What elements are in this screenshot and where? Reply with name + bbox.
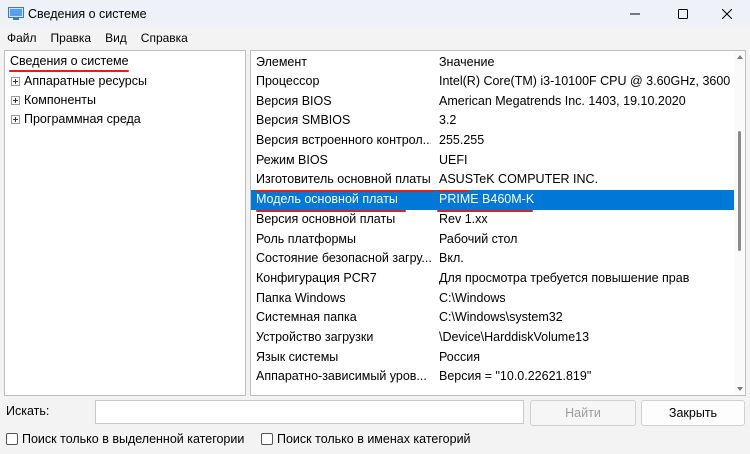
maximize-button[interactable] [660, 0, 706, 28]
column-header-element[interactable]: Элемент [256, 55, 307, 69]
search-selected-category-checkbox[interactable] [6, 433, 18, 445]
cell-element: Версия BIOS [256, 93, 332, 108]
cell-element: Роль платформы [256, 231, 356, 246]
cell-value: Рабочий стол [439, 231, 518, 246]
cell-element: Состояние безопасной загру... [256, 251, 431, 266]
find-button[interactable]: Найти [530, 400, 636, 426]
tree-item-system-summary[interactable]: Сведения о системе [10, 54, 129, 68]
annotation-underline [437, 210, 533, 212]
cell-value: UEFI [439, 152, 468, 167]
menu-view[interactable]: Вид [98, 29, 134, 47]
scroll-up-icon[interactable] [737, 55, 743, 59]
close-window-button[interactable] [704, 0, 750, 28]
cell-value: Россия [439, 349, 480, 364]
search-category-names-option[interactable]: Поиск только в именах категорий [261, 432, 471, 446]
table-row[interactable]: Режим BIOS UEFI [251, 151, 735, 171]
expand-icon[interactable] [11, 95, 20, 105]
tree-item-label: Программная среда [24, 112, 141, 126]
search-input[interactable] [95, 400, 524, 424]
close-icon [722, 9, 732, 19]
cell-value: American Megatrends Inc. 1403, 19.10.202… [439, 93, 686, 108]
expand-icon[interactable] [11, 114, 20, 124]
search-category-names-checkbox[interactable] [261, 433, 273, 445]
cell-element: Системная папка [256, 310, 357, 325]
cell-element: Режим BIOS [256, 152, 328, 167]
cell-element: Изготовитель основной платы [256, 172, 431, 187]
cell-value: \Device\HarddiskVolume13 [439, 329, 590, 344]
cell-value: 3.2 [439, 113, 457, 128]
details-table: Элемент Значение Процессор Intel(R) Core(… [250, 50, 746, 396]
menu-edit[interactable]: Правка [44, 29, 99, 47]
table-row[interactable]: Системная папка C:\Windows\system32 [251, 308, 735, 328]
close-button[interactable]: Закрыть [641, 400, 745, 426]
table-row[interactable]: Язык системы Россия [251, 348, 735, 368]
annotation-underline [256, 190, 434, 192]
scroll-down-icon[interactable] [737, 387, 743, 391]
search-label: Искать: [6, 404, 50, 418]
minimize-button[interactable] [612, 0, 658, 28]
checkbox-label: Поиск только в именах категорий [277, 432, 471, 446]
cell-value: C:\Windows [439, 290, 506, 305]
table-row[interactable]: Изготовитель основной платы ASUSTeK COMPU… [251, 170, 735, 190]
table-row[interactable]: Версия основной платы Rev 1.xx [251, 210, 735, 230]
system-info-icon [8, 7, 24, 20]
minimize-icon [630, 13, 640, 15]
cell-element: Конфигурация PCR7 [256, 270, 377, 285]
cell-element: Процессор [256, 74, 320, 88]
scroll-thumb[interactable] [738, 131, 741, 251]
expand-icon[interactable] [11, 76, 20, 86]
vertical-scrollbar[interactable] [734, 51, 745, 395]
search-selected-category-option[interactable]: Поиск только в выделенной категории [6, 432, 244, 446]
window-title: Сведения о системе [28, 7, 147, 21]
table-row[interactable]: Процессор Intel(R) Core(TM) i3-10100F CPU… [251, 72, 735, 92]
cell-element: Аппаратно-зависимый уров... [256, 369, 427, 384]
cell-element: Устройство загрузки [256, 329, 374, 344]
checkbox-label: Поиск только в выделенной категории [22, 432, 245, 446]
table-row[interactable]: Версия SMBIOS 3.2 [251, 111, 735, 131]
table-row[interactable]: Роль платформы Рабочий стол [251, 230, 735, 250]
cell-value: ASUSTeK COMPUTER INC. [439, 172, 599, 187]
tree-item-components[interactable]: Компоненты [11, 93, 96, 107]
cell-element: Версия встроенного контрол... [256, 133, 431, 148]
cell-value: PRIME B460M-K [439, 192, 535, 207]
cell-value: Intel(R) Core(TM) i3-10100F CPU @ 3.60GH… [439, 74, 735, 88]
table-row[interactable]: Папка Windows C:\Windows [251, 289, 735, 309]
cell-value: Версия = "10.0.22621.819" [439, 369, 592, 384]
table-row[interactable]: Модель основной платы PRIME B460M-K [251, 190, 735, 210]
annotation-underline [256, 210, 406, 212]
cell-value: C:\Windows\system32 [439, 310, 563, 325]
tree-item-software-environment[interactable]: Программная среда [11, 112, 141, 126]
table-body: Процессор Intel(R) Core(TM) i3-10100F CPU… [251, 72, 735, 387]
menu-bar: Файл Правка Вид Справка [0, 28, 750, 48]
tree-item-label: Аппаратные ресурсы [24, 74, 147, 88]
cell-element: Модель основной платы [256, 192, 398, 207]
title-bar: Сведения о системе [0, 0, 750, 28]
cell-element: Версия основной платы [256, 211, 396, 226]
table-row[interactable]: Состояние безопасной загру... Вкл. [251, 249, 735, 269]
cell-value: 255.255 [439, 133, 485, 148]
column-header-value[interactable]: Значение [439, 55, 494, 69]
table-row[interactable]: Версия встроенного контрол... 255.255 [251, 131, 735, 151]
cell-element: Версия SMBIOS [256, 113, 351, 128]
cell-element: Язык системы [256, 349, 339, 364]
table-row[interactable]: Аппаратно-зависимый уров... Версия = "10.… [251, 367, 735, 387]
category-tree: Сведения о системе Аппаратные ресурсы Ко… [4, 50, 246, 396]
annotation-underline [437, 190, 469, 192]
cell-value: Для просмотра требуется повышение прав [439, 270, 690, 285]
menu-file[interactable]: Файл [0, 29, 44, 47]
cell-value: Вкл. [439, 251, 464, 266]
menu-help[interactable]: Справка [134, 29, 195, 47]
table-row[interactable]: Устройство загрузки \Device\HarddiskVolum… [251, 328, 735, 348]
annotation-underline [9, 70, 129, 72]
tree-item-label: Компоненты [24, 93, 97, 107]
cell-value: Rev 1.xx [439, 211, 488, 226]
maximize-icon [678, 9, 688, 19]
table-row[interactable]: Конфигурация PCR7 Для просмотра требуется… [251, 269, 735, 289]
cell-element: Папка Windows [256, 290, 346, 305]
tree-item-hardware-resources[interactable]: Аппаратные ресурсы [11, 74, 147, 88]
table-row[interactable]: Версия BIOS American Megatrends Inc. 1403… [251, 92, 735, 112]
